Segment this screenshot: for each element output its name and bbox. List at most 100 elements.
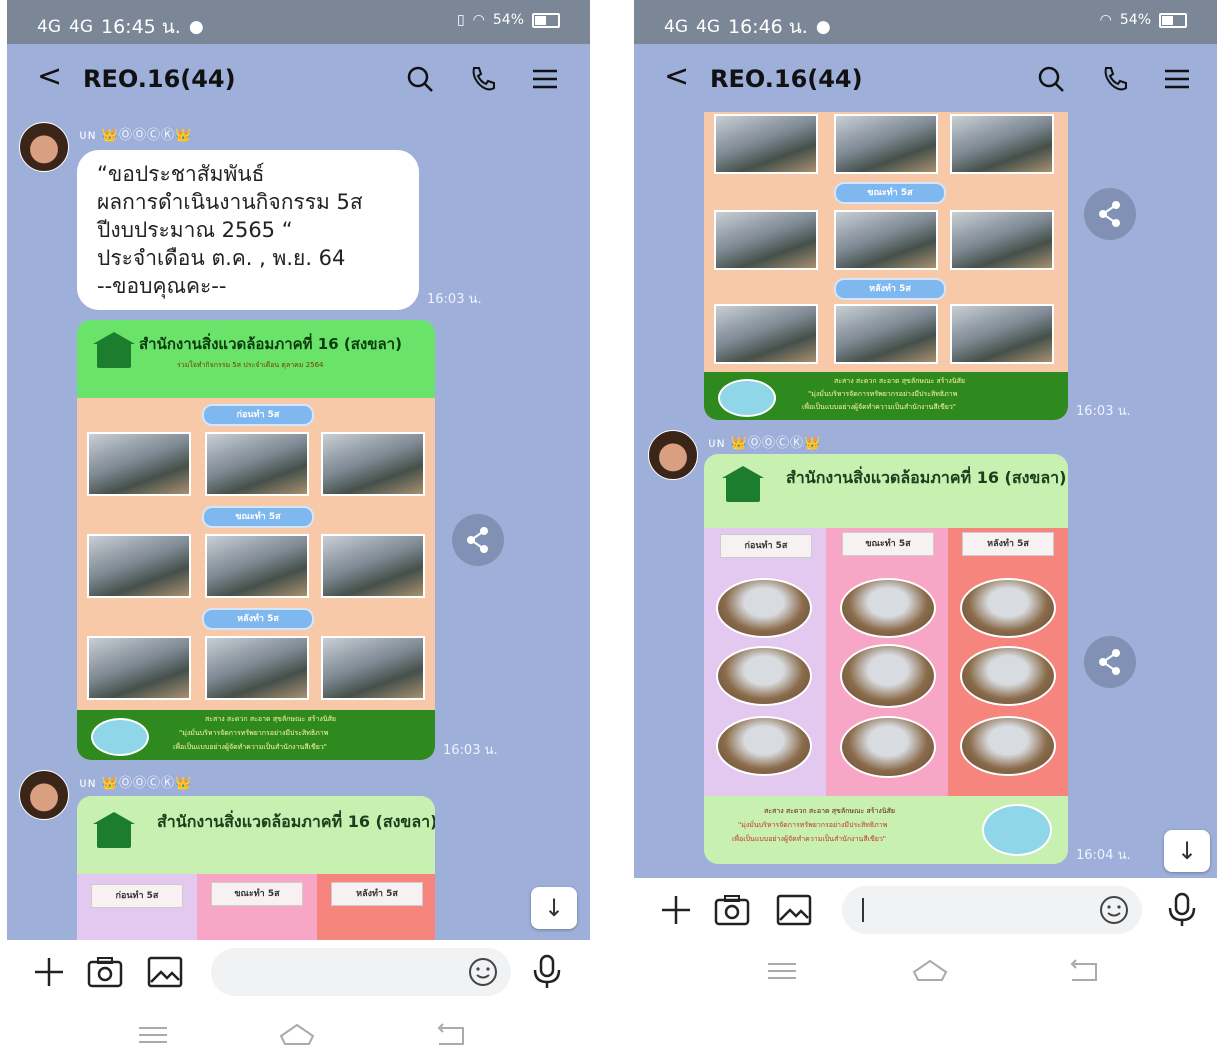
network-indicator: 4G <box>696 17 720 37</box>
nav-menu-icon[interactable] <box>762 956 802 986</box>
avatar[interactable] <box>19 770 69 820</box>
chat-header: < REO.16(44) <box>634 44 1217 112</box>
emoji-icon[interactable] <box>467 956 499 988</box>
scroll-down-button[interactable]: ↓ <box>531 887 577 929</box>
scroll-down-icon: ↓ <box>543 894 565 922</box>
nav-home-icon[interactable] <box>910 956 950 986</box>
image-icon[interactable] <box>774 890 814 930</box>
5s-logo-icon <box>982 804 1052 856</box>
input-bar <box>7 940 590 1004</box>
back-icon[interactable]: < <box>37 62 62 92</box>
house-logo-icon <box>93 332 135 368</box>
office-photo <box>834 304 938 364</box>
chat-area[interactable]: ขณะทำ 5ส หลังทำ 5ส สะสาง สะดวก สะอาด สุข… <box>634 112 1217 878</box>
emoji-icon[interactable] <box>1098 894 1130 926</box>
camera-icon[interactable] <box>712 890 752 930</box>
search-icon[interactable] <box>1036 64 1066 94</box>
input-bar <box>634 878 1217 944</box>
stage-pill: ขณะทำ 5ส <box>834 182 946 204</box>
image-icon[interactable] <box>145 952 185 992</box>
battery-percent: 54% <box>492 12 524 28</box>
office-photo <box>714 304 818 364</box>
column-header: ขณะทำ 5ส <box>211 882 303 906</box>
stage-pill: หลังทำ 5ส <box>834 278 946 300</box>
scroll-down-button[interactable]: ↓ <box>1164 830 1210 872</box>
status-bar: 4G 4G 16:45 น. ● ▯ ◠ 54% <box>7 0 590 44</box>
chat-notification-icon: ● <box>815 17 831 37</box>
footer-text: "มุ่งมั่นบริหารจัดการทรัพยากรอย่างมีประส… <box>179 729 329 737</box>
office-photo <box>950 304 1054 364</box>
camera-icon[interactable] <box>85 952 125 992</box>
scroll-down-icon: ↓ <box>1176 837 1198 865</box>
text-cursor <box>862 898 864 922</box>
mic-icon[interactable] <box>1162 890 1202 930</box>
message-time: 16:03 น. <box>443 743 498 758</box>
column-header: หลังทำ 5ส <box>331 882 423 906</box>
back-icon[interactable]: < <box>664 62 689 92</box>
message-bubble[interactable]: “ขอประชาสัมพันธ์ ผลการดำเนินงานกิจกรรม 5… <box>77 150 419 310</box>
footer-text: "มุ่งมั่นบริหารจัดการทรัพยากรอย่างมีประส… <box>738 821 888 829</box>
office-photo <box>960 716 1056 776</box>
office-photo <box>960 646 1056 706</box>
share-button[interactable] <box>452 514 504 566</box>
nav-back-icon[interactable] <box>431 1020 471 1050</box>
image-message[interactable]: สำนักงานสิ่งแวดล้อมภาคที่ 16 (สงขลา) ก่อ… <box>77 796 435 940</box>
office-photo <box>840 716 936 778</box>
wifi-icon: ◠ <box>472 12 485 28</box>
share-button[interactable] <box>1084 188 1136 240</box>
mic-icon[interactable] <box>527 952 567 992</box>
sender-name: ᴜɴ 👑ⓄⓄⒸⓀ👑 <box>708 436 822 451</box>
column-header: ก่อนทำ 5ส <box>91 884 183 908</box>
network-indicator: 4G <box>664 17 688 37</box>
left-screenshot: 4G 4G 16:45 น. ● ▯ ◠ 54% < REO.16(44) ᴜɴ… <box>7 0 590 1051</box>
phone-icon[interactable] <box>1100 64 1130 94</box>
office-photo <box>205 636 309 700</box>
office-photo <box>87 534 191 598</box>
nav-home-icon[interactable] <box>277 1020 317 1050</box>
poster-title: สำนักงานสิ่งแวดล้อมภาคที่ 16 (สงขลา) <box>786 468 1067 487</box>
chat-area[interactable]: ᴜɴ 👑ⓄⓄⒸⓀ👑 “ขอประชาสัมพันธ์ ผลการดำเนินงา… <box>7 112 590 940</box>
system-nav-bar <box>634 944 1217 1000</box>
office-photo <box>716 578 812 638</box>
image-message[interactable]: ขณะทำ 5ส หลังทำ 5ส สะสาง สะดวก สะอาด สุข… <box>704 112 1068 420</box>
stage-pill: หลังทำ 5ส <box>202 608 314 630</box>
office-photo <box>205 534 309 598</box>
battery-percent: 54% <box>1119 12 1151 28</box>
image-message[interactable]: สำนักงานสิ่งแวดล้อมภาคที่ 16 (สงขลา) ก่อ… <box>704 454 1068 864</box>
network-indicator: 4G <box>37 17 61 37</box>
clock: 16:45 น. <box>101 16 181 38</box>
message-input[interactable] <box>842 886 1142 934</box>
menu-icon[interactable] <box>530 64 560 94</box>
sender-name: ᴜɴ 👑ⓄⓄⒸⓀ👑 <box>79 776 193 791</box>
vibrate-icon: ▯ <box>456 12 465 28</box>
nav-back-icon[interactable] <box>1064 956 1104 986</box>
message-time: 16:04 น. <box>1076 848 1131 863</box>
office-photo <box>321 636 425 700</box>
chat-title: REO.16(44) <box>83 65 236 93</box>
message-input[interactable] <box>211 948 511 996</box>
menu-icon[interactable] <box>1162 64 1192 94</box>
sender-name: ᴜɴ 👑ⓄⓄⒸⓀ👑 <box>79 128 193 143</box>
image-message[interactable]: สำนักงานสิ่งแวดล้อมภาคที่ 16 (สงขลา) ร่ว… <box>77 320 435 760</box>
chat-header: < REO.16(44) <box>7 44 590 112</box>
share-button[interactable] <box>1084 636 1136 688</box>
office-photo <box>840 644 936 708</box>
avatar[interactable] <box>19 122 69 172</box>
office-photo <box>205 432 309 496</box>
footer-text: เพื่อเป็นแบบอย่างผู้จัดทำความเป็นสำนักงา… <box>173 743 328 751</box>
poster-header: สำนักงานสิ่งแวดล้อมภาคที่ 16 (สงขลา) ร่ว… <box>77 320 435 398</box>
search-icon[interactable] <box>405 64 435 94</box>
house-logo-icon <box>93 812 135 848</box>
plus-icon[interactable] <box>29 952 69 992</box>
footer-text: เพื่อเป็นแบบอย่างผู้จัดทำความเป็นสำนักงา… <box>802 403 957 411</box>
poster-title: สำนักงานสิ่งแวดล้อมภาคที่ 16 (สงขลา) <box>139 335 402 353</box>
wifi-icon: ◠ <box>1099 12 1112 28</box>
plus-icon[interactable] <box>656 890 696 930</box>
nav-menu-icon[interactable] <box>133 1020 173 1050</box>
office-photo <box>950 210 1054 270</box>
avatar[interactable] <box>648 430 698 480</box>
office-photo <box>950 114 1054 174</box>
message-time: 16:03 น. <box>1076 404 1131 419</box>
phone-icon[interactable] <box>468 64 498 94</box>
footer-text: สะสาง สะดวก สะอาด สุขลักษณะ สร้างนิสัย <box>764 807 896 815</box>
